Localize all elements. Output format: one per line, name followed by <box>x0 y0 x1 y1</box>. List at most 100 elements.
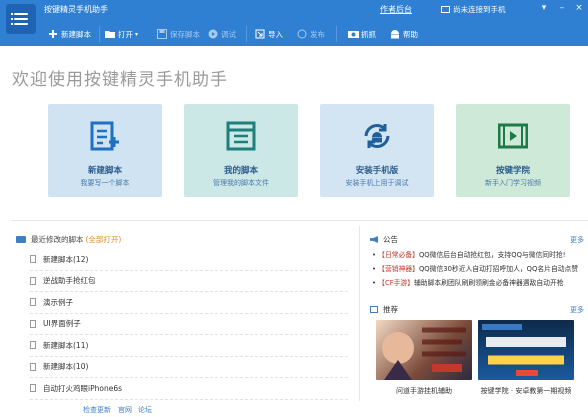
recommend-header: 推荐 <box>370 304 398 315</box>
file-icon <box>30 341 36 350</box>
recent-scripts-list: 新建脚本(12) 逆战助手抢红包 演示例子 UI界面例子 新建脚本(11) 新建脚本(10… <box>30 249 348 400</box>
file-icon <box>30 298 36 307</box>
plus-icon <box>48 29 58 39</box>
list-item[interactable]: 逆战助手抢红包 <box>30 271 348 292</box>
recommend-image-academy[interactable] <box>478 320 574 380</box>
notice-item[interactable]: • 【日常必备】QQ微信后台自动抢红包，支持QQ与微信同时抢! <box>372 249 588 263</box>
camera-icon <box>348 29 359 39</box>
menu-logo-icon[interactable] <box>6 4 36 34</box>
recommend-image-game[interactable] <box>376 320 472 380</box>
phone-icon <box>441 6 450 13</box>
tile-title: 安装手机版 <box>355 166 399 176</box>
tile-new-script[interactable]: 新建脚本 我要写一个脚本 <box>48 104 162 197</box>
publish-icon <box>297 29 307 39</box>
tile-install-mobile[interactable]: 安装手机版 安装手机上用于调试 <box>320 104 434 197</box>
list-item[interactable]: 新建脚本(11) <box>30 335 348 357</box>
help-label: 帮助 <box>403 29 418 39</box>
debug-button[interactable]: 调试 <box>208 27 236 41</box>
recent-script-name: 演示例子 <box>43 297 73 307</box>
recent-scripts-title: 最近修改的脚本 <box>31 235 84 244</box>
notice-text: 辅助脚本刷团队刷刷领刷金必备神器遇敌自动开枪 <box>414 279 564 287</box>
official-site-link[interactable]: 官网 <box>118 405 132 415</box>
notices-list: • 【日常必备】QQ微信后台自动抢红包，支持QQ与微信同时抢! • 【营销神器】Q… <box>372 249 588 291</box>
tile-subtitle: 安装手机上用于调试 <box>345 179 409 187</box>
publish-button[interactable]: 发布 <box>297 27 325 41</box>
open-label: 打开 <box>118 29 133 39</box>
save-script-button[interactable]: 保存脚本 <box>157 27 200 41</box>
notices-title: 公告 <box>383 235 398 244</box>
list-item[interactable]: 新建脚本(12) <box>30 249 348 271</box>
capture-button[interactable]: 抓抓 <box>348 27 376 41</box>
academy-banner-image <box>482 324 566 376</box>
device-status-text: 尚未连接到手机 <box>453 5 506 14</box>
file-icon <box>30 384 36 393</box>
tile-my-scripts[interactable]: 我的脚本 管理我的脚本文件 <box>184 104 298 197</box>
save-icon <box>157 29 167 39</box>
recommend-icon <box>370 306 378 313</box>
import-icon <box>255 29 265 39</box>
list-item[interactable]: 新建脚本(10) <box>30 357 348 378</box>
recommend-caption[interactable]: 按键学院 · 安卓教第一期视频 <box>470 386 582 396</box>
video-academy-icon <box>498 123 528 149</box>
folder-icon <box>16 236 26 243</box>
game-banner-image <box>382 327 466 380</box>
notice-item[interactable]: • 【CF手游】辅助脚本刷团队刷刷领刷金必备神器遇敌自动开枪 <box>372 277 588 291</box>
close-button[interactable]: × <box>573 3 585 13</box>
new-script-button[interactable]: 新建脚本 <box>48 27 91 41</box>
help-button[interactable]: 帮助 <box>390 27 418 41</box>
folder-open-icon <box>105 29 115 39</box>
notice-item[interactable]: • 【营销神器】QQ微信30秒近人自动打招呼加人，QQ名片自动点赞 <box>372 263 588 277</box>
chevron-down-icon: ▾ <box>135 30 139 38</box>
file-icon <box>30 255 36 264</box>
tile-subtitle: 新手入门学习视频 <box>485 179 541 187</box>
minimize-button[interactable]: – <box>556 3 568 13</box>
list-item[interactable]: UI界面例子 <box>30 314 348 335</box>
android-icon <box>390 29 400 39</box>
recent-script-name: 新建脚本(12) <box>43 254 89 264</box>
tile-title: 新建脚本 <box>87 166 122 176</box>
debug-label: 调试 <box>221 29 236 39</box>
file-icon <box>30 319 36 328</box>
play-icon <box>208 29 218 39</box>
notice-tag: 【日常必备】 <box>378 251 419 259</box>
notice-text: QQ微信30秒近人自动打招呼加人，QQ名片自动点赞 <box>418 265 579 273</box>
new-script-label: 新建脚本 <box>61 29 91 39</box>
tile-subtitle: 我要写一个脚本 <box>80 179 130 187</box>
install-mobile-icon <box>364 124 390 148</box>
settings-dropdown-button[interactable]: ▾ <box>538 3 550 13</box>
check-update-link[interactable]: 检查更新 <box>83 405 111 415</box>
save-script-label: 保存脚本 <box>170 29 200 39</box>
speaker-icon <box>370 236 378 243</box>
recent-script-name: 逆战助手抢红包 <box>43 276 96 286</box>
recent-script-name: UI界面例子 <box>43 319 81 329</box>
file-icon <box>30 362 36 371</box>
author-backend-link[interactable]: 作者后台 <box>380 4 412 15</box>
new-script-icon <box>90 121 119 151</box>
tile-title: 按键学院 <box>495 166 530 176</box>
import-button[interactable]: 导入 <box>255 27 283 41</box>
open-button[interactable]: 打开 ▾ <box>105 27 138 41</box>
notices-more-link[interactable]: 更多 <box>570 235 584 245</box>
import-label: 导入 <box>268 29 283 39</box>
app-title: 按键精灵手机助手 <box>44 5 108 14</box>
open-all-link[interactable]: (全部打开) <box>86 234 122 245</box>
recent-script-name: 自动打火鸡眼iPhone6s <box>43 383 122 393</box>
welcome-heading: 欢迎使用按键精灵手机助手 <box>12 70 228 90</box>
divider <box>359 226 360 401</box>
device-status[interactable]: 尚未连接到手机 <box>441 4 506 15</box>
tile-academy[interactable]: 按键学院 新手入门学习视频 <box>456 104 570 197</box>
capture-label: 抓抓 <box>361 29 376 39</box>
divider <box>12 220 588 221</box>
recent-scripts-header: 最近修改的脚本 (全部打开) <box>16 234 121 245</box>
forum-link[interactable]: 论坛 <box>138 405 152 415</box>
file-icon <box>30 276 36 285</box>
notice-tag: 【营销神器】 <box>378 265 419 273</box>
list-item[interactable]: 演示例子 <box>30 292 348 314</box>
recommend-more-link[interactable]: 更多 <box>570 305 584 315</box>
list-item[interactable]: 自动打火鸡眼iPhone6s <box>30 378 348 400</box>
recommend-title: 推荐 <box>383 305 398 314</box>
recent-script-name: 新建脚本(11) <box>43 340 89 350</box>
recommend-caption[interactable]: 问道手游挂机辅助 <box>378 386 470 396</box>
my-scripts-icon <box>226 121 256 151</box>
notice-text: QQ微信后台自动抢红包，支持QQ与微信同时抢! <box>418 251 566 259</box>
